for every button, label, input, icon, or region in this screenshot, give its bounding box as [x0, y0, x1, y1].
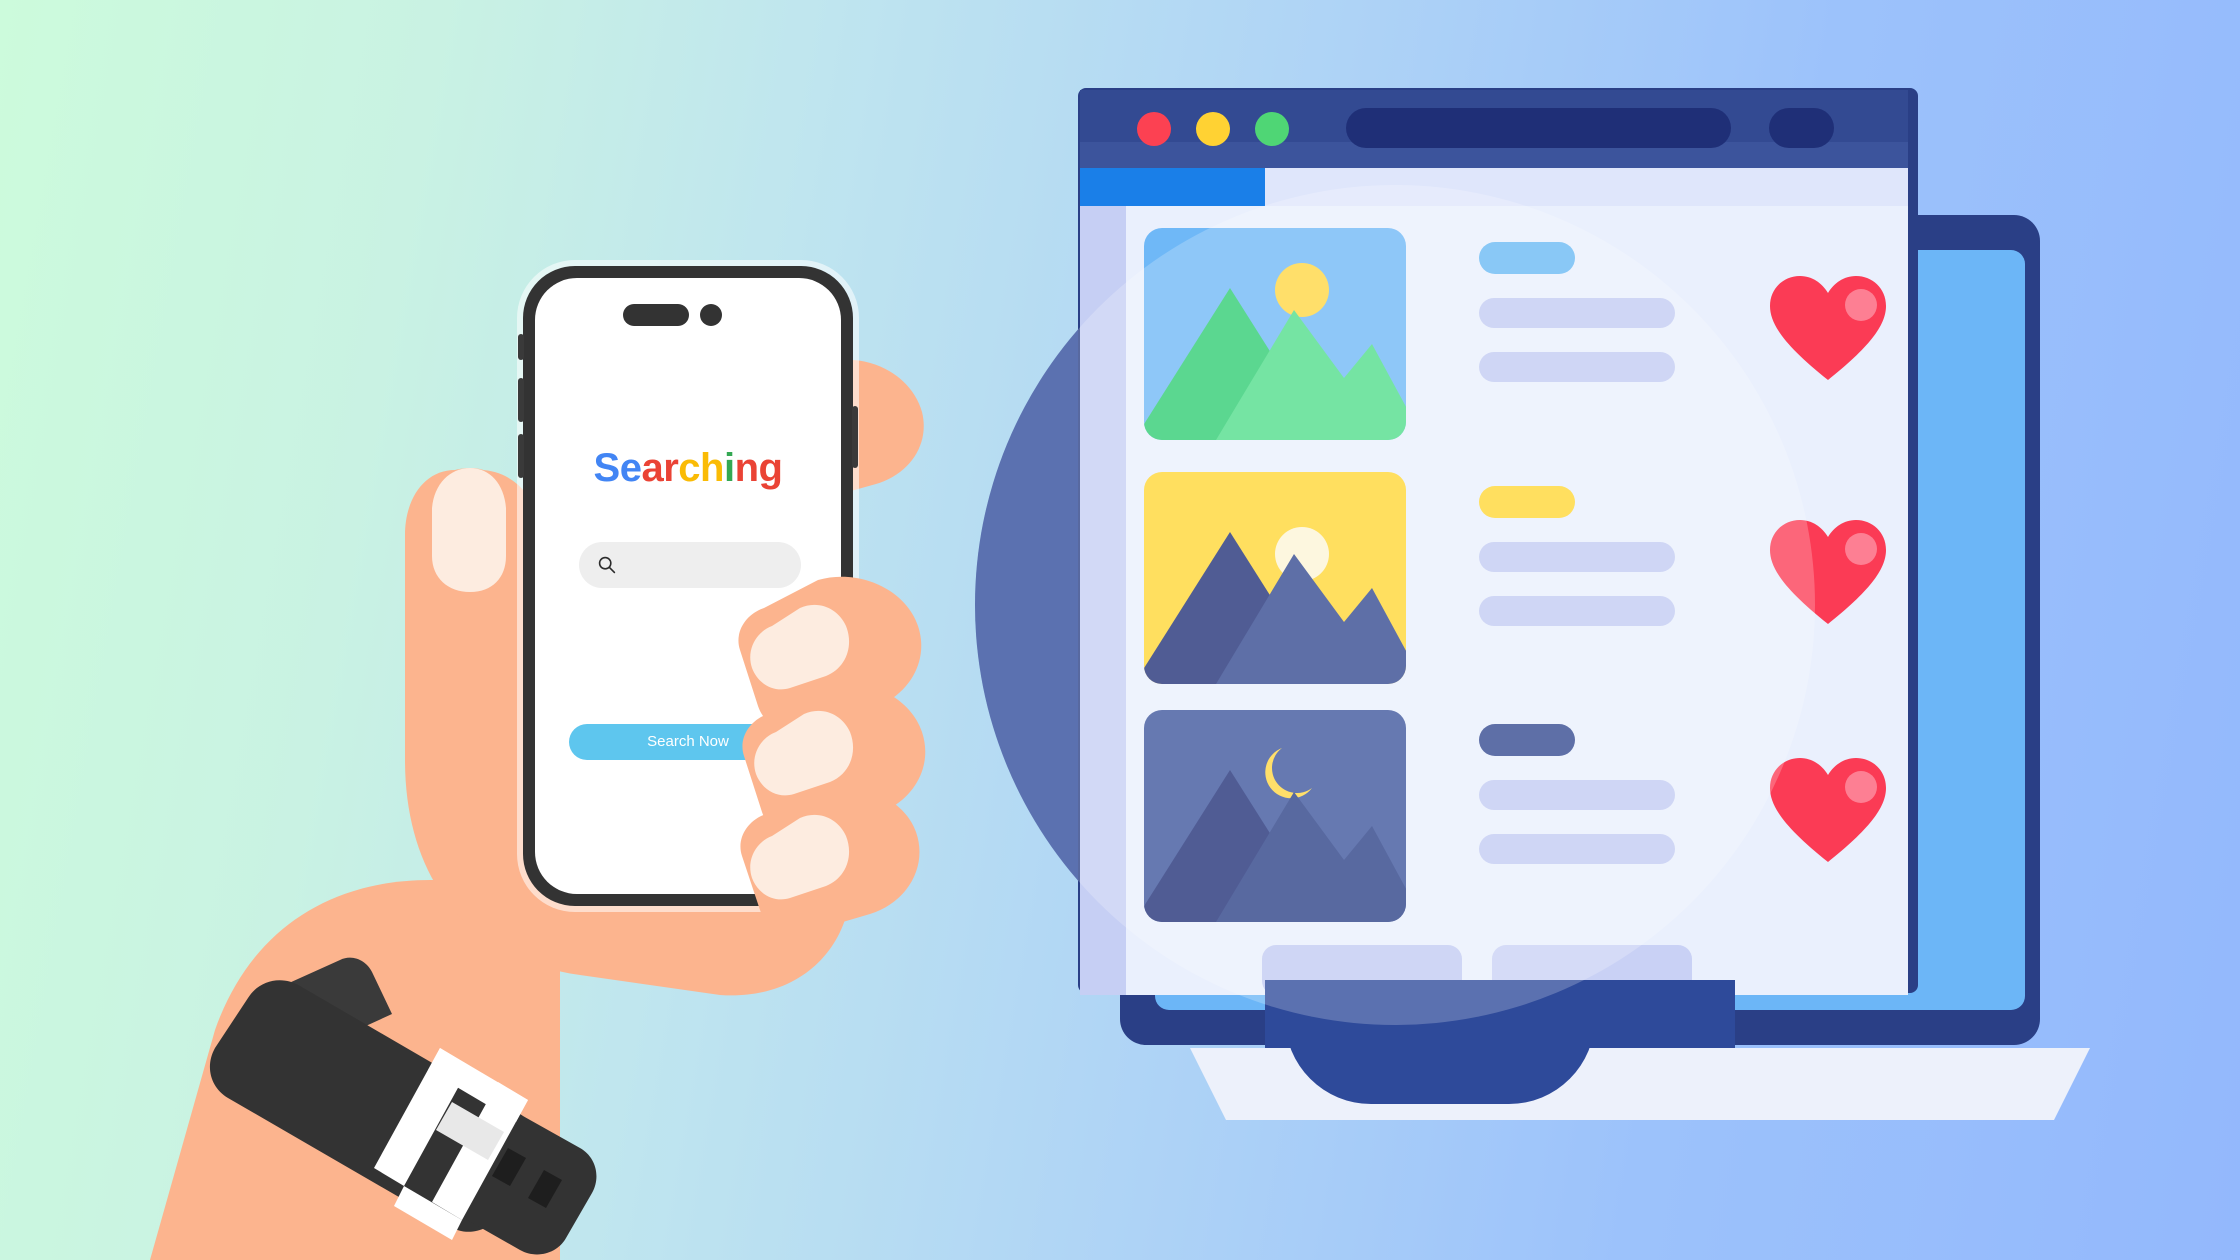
- wristwatch: [0, 0, 2240, 1260]
- illustration-canvas: Searching Search Now: [0, 0, 2240, 1260]
